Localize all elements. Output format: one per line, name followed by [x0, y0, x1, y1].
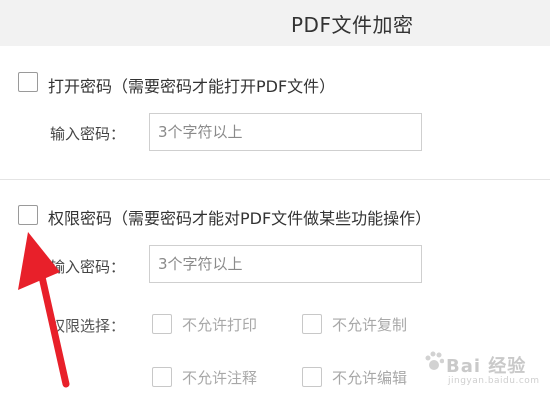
pdf-encrypt-dialog: PDF文件加密 打开密码（需要密码才能打开PDF文件） 输入密码： 权限密码（需…: [0, 0, 550, 400]
baidu-watermark: Bai 经验 jingyan.baidu.com: [424, 348, 544, 392]
paw-icon: [425, 351, 444, 370]
watermark-url: jingyan.baidu.com: [448, 376, 540, 386]
annotation-arrow-icon: [18, 232, 70, 388]
watermark-brand: Bai 经验: [446, 356, 527, 377]
